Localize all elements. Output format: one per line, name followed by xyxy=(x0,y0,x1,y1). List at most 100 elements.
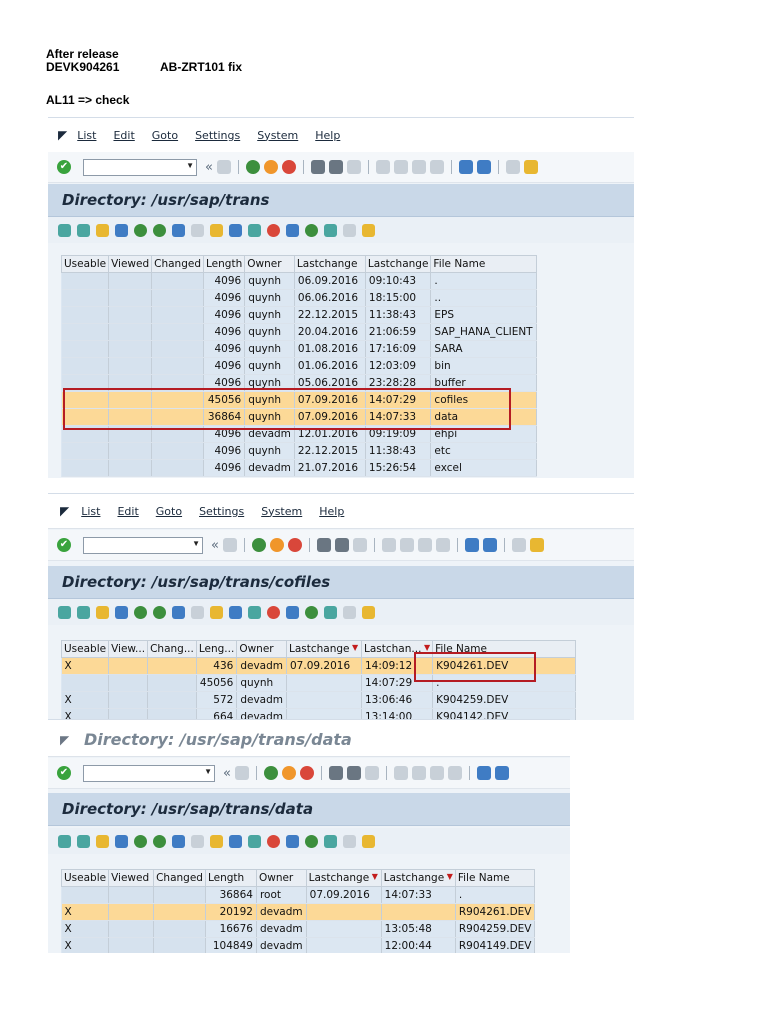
find-next-icon[interactable] xyxy=(346,160,361,174)
chevron-down-icon[interactable]: ▼ xyxy=(192,539,200,548)
columns-icon[interactable] xyxy=(305,223,318,237)
export-icon[interactable] xyxy=(210,223,223,237)
set-filter-icon[interactable] xyxy=(172,605,185,619)
save-icon[interactable] xyxy=(216,160,231,174)
menu-list[interactable]: List xyxy=(81,505,100,518)
menu-list[interactable]: List xyxy=(77,129,96,142)
menu-help[interactable]: Help xyxy=(319,505,344,518)
table-row[interactable]: 4096 quynh 22.12.2015 11:38:43 EPS xyxy=(61,306,537,324)
total-icon[interactable] xyxy=(191,605,204,619)
last-page-icon[interactable] xyxy=(447,766,462,780)
exit-icon[interactable] xyxy=(263,160,278,174)
print-icon[interactable] xyxy=(316,538,331,552)
sort-asc-icon[interactable] xyxy=(134,834,147,848)
chevron-down-icon[interactable]: ▼ xyxy=(204,767,212,776)
menu-edit[interactable]: Edit xyxy=(113,129,134,142)
save-icon[interactable] xyxy=(234,766,249,780)
column-header[interactable]: Changed xyxy=(151,255,205,273)
layout-change-icon[interactable] xyxy=(267,834,280,848)
find-next-icon[interactable] xyxy=(364,766,379,780)
menu-settings[interactable]: Settings xyxy=(199,505,244,518)
abc-icon[interactable] xyxy=(343,605,356,619)
back-nav-icon[interactable] xyxy=(263,766,278,780)
shortcut-icon[interactable] xyxy=(482,538,497,552)
back-icon[interactable]: « xyxy=(211,538,219,553)
shortcut-icon[interactable] xyxy=(476,160,491,174)
next-page-icon[interactable] xyxy=(417,538,432,552)
refresh-icon[interactable] xyxy=(58,223,71,237)
enter-icon[interactable]: ✔ xyxy=(57,160,71,174)
export-icon[interactable] xyxy=(210,834,223,848)
prev-page-icon[interactable] xyxy=(393,160,408,174)
chevron-down-icon[interactable]: ▼ xyxy=(186,161,194,170)
help-icon[interactable] xyxy=(505,160,520,174)
first-page-icon[interactable] xyxy=(375,160,390,174)
table-row[interactable]: 4096 quynh 01.08.2016 17:16:09 SARA xyxy=(61,340,537,358)
last-page-icon[interactable] xyxy=(429,160,444,174)
table-row[interactable]: 4096 quynh 06.06.2016 18:15:00.. xyxy=(61,289,537,307)
command-field[interactable]: ▼ xyxy=(83,764,215,782)
column-header[interactable]: Owner xyxy=(236,640,287,658)
select-icon[interactable] xyxy=(96,223,109,237)
details-icon[interactable] xyxy=(77,834,90,848)
find-icon[interactable] xyxy=(346,766,361,780)
help-icon[interactable] xyxy=(511,538,526,552)
total-icon[interactable] xyxy=(191,223,204,237)
table-row[interactable]: 4096 quynh 20.04.2016 21:06:59 SAP_HANA_CLIE… xyxy=(61,323,537,341)
prev-page-icon[interactable] xyxy=(399,538,414,552)
column-header[interactable]: Useable xyxy=(60,255,110,273)
new-session-icon[interactable] xyxy=(464,538,479,552)
sort-desc-icon[interactable] xyxy=(153,605,166,619)
folder-icon[interactable] xyxy=(362,605,375,619)
new-session-icon[interactable] xyxy=(476,766,491,780)
sort-asc-icon[interactable] xyxy=(134,223,147,237)
command-field[interactable]: ▼ xyxy=(83,158,197,176)
back-nav-icon[interactable] xyxy=(251,538,266,552)
column-header[interactable]: Useable xyxy=(60,640,110,658)
column-header[interactable]: Leng... xyxy=(195,640,238,658)
column-header[interactable]: Lastchange xyxy=(364,255,432,273)
abc-icon[interactable] xyxy=(343,834,356,848)
column-header[interactable]: Length xyxy=(204,869,257,887)
menu-system[interactable]: System xyxy=(257,129,298,142)
menu-icon[interactable]: ◤ xyxy=(60,504,69,518)
enter-icon[interactable]: ✔ xyxy=(57,766,71,780)
table-row[interactable]: 36864 root 07.09.2016 14:07:33. xyxy=(61,886,536,904)
menu-help[interactable]: Help xyxy=(315,129,340,142)
filter-icon[interactable] xyxy=(115,834,128,848)
column-header[interactable]: Lastchange ▼ xyxy=(286,640,362,658)
info-icon[interactable] xyxy=(324,834,337,848)
graphic-icon[interactable] xyxy=(248,605,261,619)
find-icon[interactable] xyxy=(328,160,343,174)
column-header[interactable]: Viewed xyxy=(108,255,153,273)
info-icon[interactable] xyxy=(324,223,337,237)
menu-system[interactable]: System xyxy=(261,505,302,518)
column-header[interactable]: Lastchange ▼ xyxy=(380,869,456,887)
table-row[interactable]: X 20192 devadm R904261.DEV xyxy=(61,903,536,921)
shortcut-icon[interactable] xyxy=(494,766,509,780)
layout-change-icon[interactable] xyxy=(267,223,280,237)
window-menu-icon[interactable]: ◤ xyxy=(60,733,69,747)
back-icon[interactable]: « xyxy=(205,160,213,175)
insert-col-icon[interactable] xyxy=(286,605,299,619)
menu-goto[interactable]: Goto xyxy=(152,129,178,142)
filter-icon[interactable] xyxy=(115,605,128,619)
first-page-icon[interactable] xyxy=(393,766,408,780)
column-header[interactable]: Owner xyxy=(255,869,307,887)
first-page-icon[interactable] xyxy=(381,538,396,552)
word-icon[interactable] xyxy=(229,834,242,848)
folder-icon[interactable] xyxy=(362,223,375,237)
enter-icon[interactable]: ✔ xyxy=(57,538,71,552)
column-header[interactable]: Length xyxy=(203,255,246,273)
menu-icon[interactable]: ◤ xyxy=(58,128,67,142)
filter-icon[interactable] xyxy=(115,223,128,237)
columns-icon[interactable] xyxy=(305,605,318,619)
layout-icon[interactable] xyxy=(523,160,538,174)
graphic-icon[interactable] xyxy=(248,223,261,237)
table-row[interactable]: 4096 quynh 22.12.2015 11:38:43 etc xyxy=(61,442,537,460)
cancel-icon[interactable] xyxy=(287,538,302,552)
folder-icon[interactable] xyxy=(362,834,375,848)
details-icon[interactable] xyxy=(77,223,90,237)
details-icon[interactable] xyxy=(77,605,90,619)
insert-col-icon[interactable] xyxy=(286,834,299,848)
